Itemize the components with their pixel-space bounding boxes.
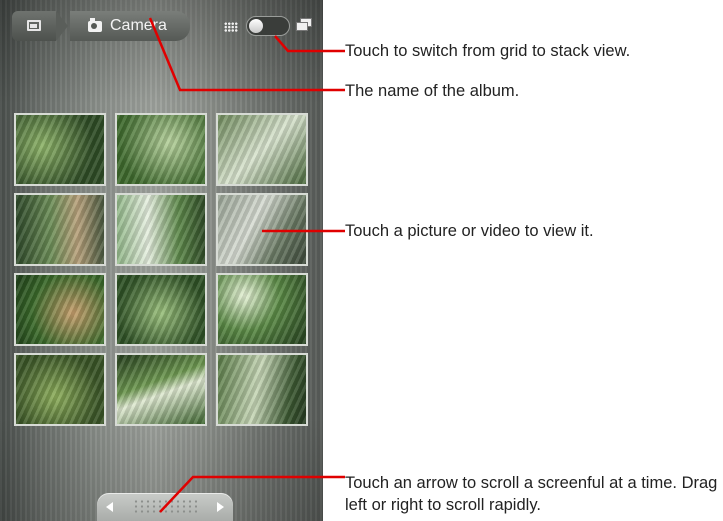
view-toggle-switch[interactable] [246, 16, 290, 36]
thumbnail[interactable] [216, 273, 308, 346]
scroll-control[interactable] [97, 493, 233, 521]
thumbnail[interactable] [115, 193, 207, 266]
callout-switch-view: Touch to switch from grid to stack view. [345, 42, 631, 60]
callout-scroll: Touch an arrow to scroll a screenful at … [345, 474, 718, 514]
thumbnail[interactable] [115, 113, 207, 186]
thumbnail[interactable] [14, 113, 106, 186]
camera-icon [88, 17, 102, 32]
scroll-right-arrow-icon[interactable] [217, 502, 224, 512]
gallery-home-button[interactable] [12, 11, 56, 41]
thumbnail-grid [14, 113, 308, 426]
toggle-knob [249, 19, 263, 33]
grid-view-icon [224, 22, 238, 32]
thumbnail[interactable] [115, 353, 207, 426]
action-bar: Camera [0, 0, 323, 46]
scroll-left-arrow-icon[interactable] [106, 502, 113, 512]
album-name: Camera [110, 17, 167, 34]
callout-view-picture: Touch a picture or video to view it. [345, 222, 594, 240]
thumbnail[interactable] [216, 193, 308, 266]
album-breadcrumb[interactable]: Camera [70, 11, 190, 41]
stack-view-icon [296, 18, 312, 32]
thumbnail[interactable] [216, 353, 308, 426]
thumbnail[interactable] [14, 193, 106, 266]
scroll-track[interactable] [133, 499, 197, 515]
gallery-screen: Camera [0, 0, 323, 521]
breadcrumb-separator [56, 11, 68, 41]
thumbnail[interactable] [14, 273, 106, 346]
thumbnail[interactable] [14, 353, 106, 426]
gallery-icon [27, 20, 41, 31]
callout-album-name: The name of the album. [345, 82, 520, 100]
thumbnail[interactable] [115, 273, 207, 346]
thumbnail[interactable] [216, 113, 308, 186]
